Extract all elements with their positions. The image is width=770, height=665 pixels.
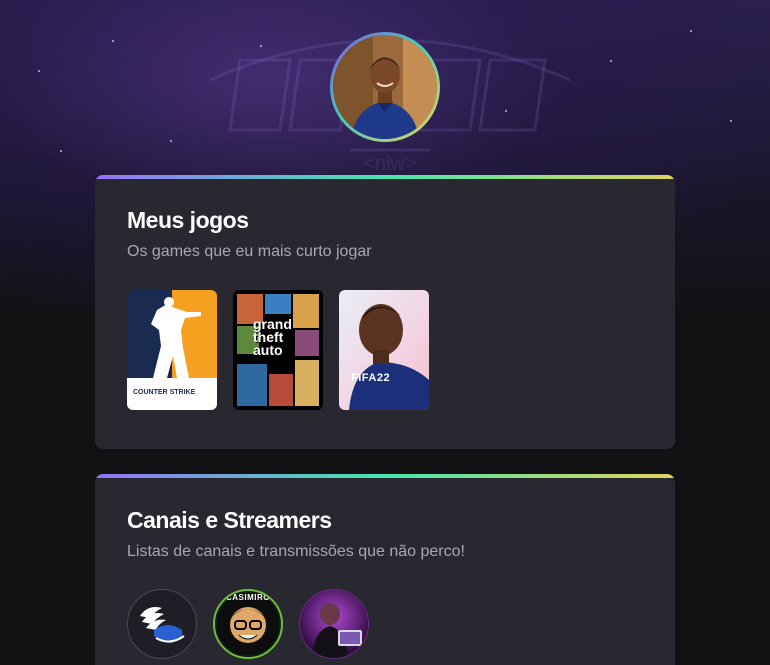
casimiro-ring-text: CASIMIRO xyxy=(226,593,270,602)
game-cover-csgo[interactable]: COUNTER STRIKE xyxy=(127,290,217,410)
channels-section-title: Canais e Streamers xyxy=(127,507,332,533)
star-decoration xyxy=(505,110,507,112)
fifa-logo-text: FIFA22 xyxy=(351,372,391,384)
star-decoration xyxy=(112,40,114,42)
winged-shoe-icon xyxy=(140,607,185,643)
games-section-title: Meus jogos xyxy=(127,207,249,233)
games-card: Meus jogos Os games que eu mais curto jo… xyxy=(95,175,675,449)
star-decoration xyxy=(60,150,62,152)
gta-logo: grand theft auto xyxy=(253,316,292,358)
games-section-subtitle: Os games que eu mais curto jogar xyxy=(127,243,372,260)
game-cover-fifa-22[interactable]: FIFA22 xyxy=(339,290,429,410)
profile-avatar xyxy=(330,32,440,142)
star-decoration xyxy=(38,70,40,72)
channel-avatar-casimiro[interactable]: CASIMIRO xyxy=(213,589,283,659)
channels-section-subtitle: Listas de canais e transmissões que não … xyxy=(127,543,465,560)
channels-card: Canais e Streamers Listas de canais e tr… xyxy=(95,474,675,665)
channel-avatar-1[interactable] xyxy=(127,589,197,659)
streamer-photo-icon xyxy=(300,590,368,658)
csgo-logo-text: COUNTER STRIKE xyxy=(133,389,196,396)
star-decoration xyxy=(260,45,262,47)
star-decoration xyxy=(610,60,612,62)
game-cover-gta-v[interactable]: grand theft auto xyxy=(233,290,323,410)
star-decoration xyxy=(690,30,692,32)
star-decoration xyxy=(730,120,732,122)
channel-avatar-3[interactable] xyxy=(299,589,369,659)
avatar-photo xyxy=(333,35,437,139)
star-decoration xyxy=(170,140,172,142)
svg-text:<nlw>: <nlw> xyxy=(363,153,416,175)
